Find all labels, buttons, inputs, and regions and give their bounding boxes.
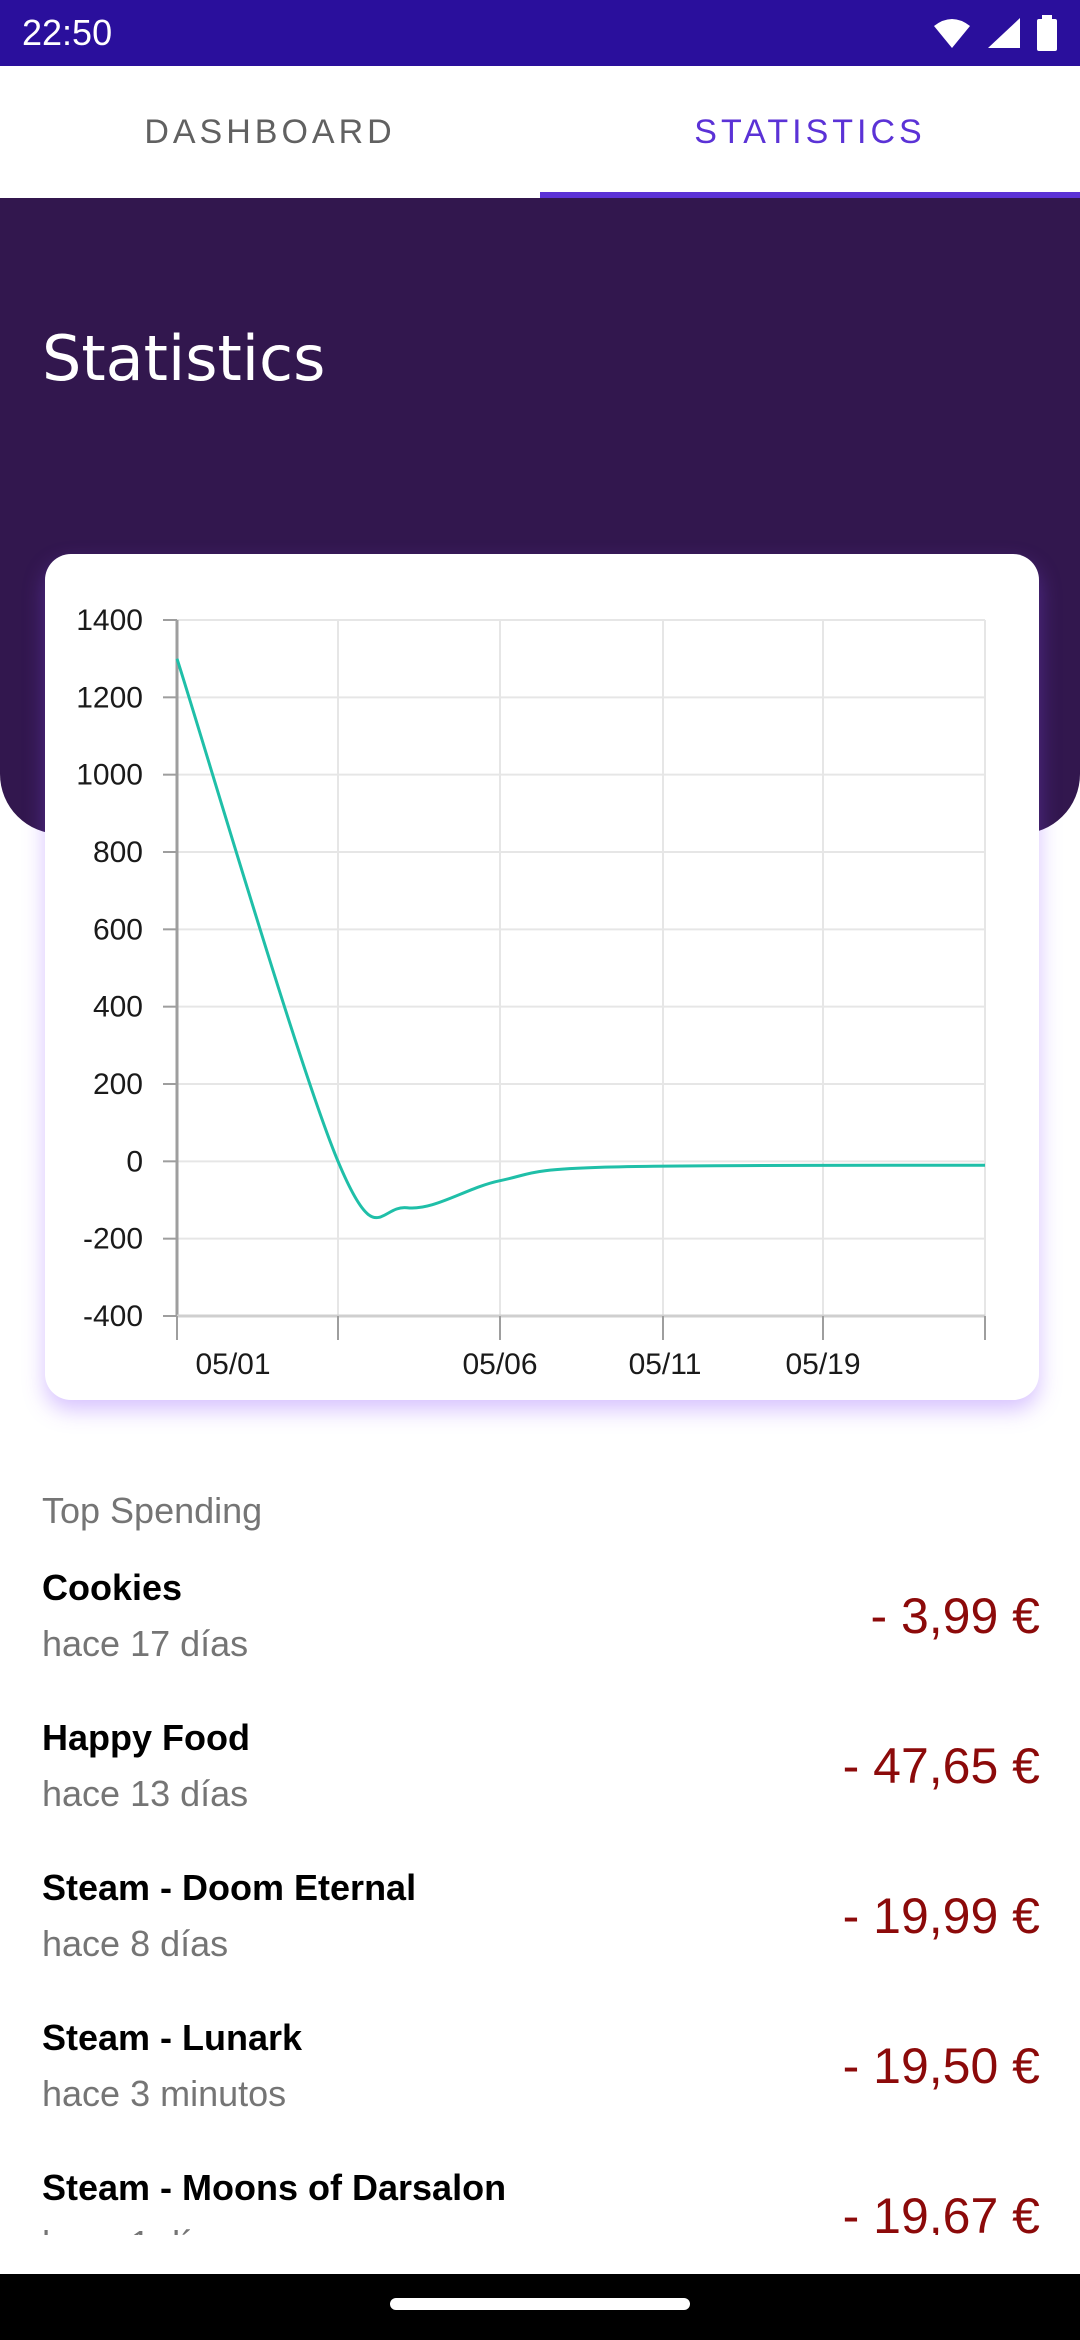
signal-icon [988, 18, 1020, 48]
item-time: hace 3 minutos [42, 2073, 287, 2114]
statistics-line-chart: 1400 1200 1000 800 600 400 200 0 -200 -400 05/01 05… [76, 604, 986, 1381]
series-line [175, 658, 986, 1220]
y-tick-label: -400 [83, 1300, 143, 1333]
y-tick-label: 800 [93, 836, 143, 869]
item-time: hace 1 día [42, 2223, 210, 2235]
item-name: Steam - Doom Eternal [42, 1867, 417, 1908]
tab-dashboard[interactable]: DASHBOARD [0, 66, 540, 198]
status-icons [932, 15, 1058, 51]
chart-card: 1400 1200 1000 800 600 400 200 0 -200 -400 05/01 05… [45, 554, 1039, 1400]
list-item[interactable]: Happy Food hace 13 días - 47,65 € [0, 1705, 1080, 1855]
item-name: Happy Food [42, 1717, 250, 1758]
item-amount: - 19,67 € [842, 2188, 1040, 2235]
list-item[interactable]: Steam - Lunark hace 3 minutos - 19,50 € [0, 2005, 1080, 2155]
item-amount: - 3,99 € [870, 1588, 1040, 1644]
wifi-icon [934, 19, 970, 48]
item-time: hace 13 días [42, 1773, 249, 1814]
item-time: hace 8 días [42, 1923, 229, 1964]
tab-bar: DASHBOARD STATISTICS [0, 66, 1080, 198]
item-amount: - 19,50 € [842, 2038, 1040, 2094]
top-spending-label: Top Spending [42, 1490, 263, 1531]
y-tick-label: 1400 [76, 604, 143, 637]
page-title: Statistics [42, 322, 326, 395]
y-tick-label: -200 [83, 1223, 143, 1256]
spending-list: Cookies hace 17 días - 3,99 € Happy Food… [0, 1555, 1080, 2235]
status-time: 22:50 [22, 12, 113, 53]
status-bar: 22:50 [0, 0, 1080, 66]
system-nav-bar [0, 2274, 1080, 2340]
x-tick-label: 05/06 [462, 1348, 537, 1381]
y-tick-label: 0 [126, 1145, 143, 1178]
y-tick-label: 200 [93, 1068, 143, 1101]
y-tick-label: 600 [93, 913, 143, 946]
y-tick-label: 1000 [76, 759, 143, 792]
item-name: Steam - Lunark [42, 2017, 303, 2058]
item-amount: - 47,65 € [842, 1738, 1040, 1794]
y-tick-label: 1200 [76, 681, 143, 714]
home-handle[interactable] [390, 2298, 690, 2310]
tab-statistics[interactable]: STATISTICS [540, 66, 1080, 198]
battery-icon [1037, 15, 1057, 51]
item-name: Steam - Moons of Darsalon [42, 2167, 507, 2208]
item-time: hace 17 días [42, 1623, 249, 1664]
x-tick-label: 05/19 [785, 1348, 860, 1381]
x-tick-label: 05/01 [195, 1348, 270, 1381]
x-tick-label: 05/11 [629, 1348, 702, 1381]
item-name: Cookies [42, 1567, 183, 1608]
list-item[interactable]: Steam - Moons of Darsalon hace 1 día - 1… [0, 2155, 1080, 2235]
item-amount: - 19,99 € [842, 1888, 1040, 1944]
list-item[interactable]: Cookies hace 17 días - 3,99 € [0, 1555, 1080, 1705]
y-tick-label: 400 [93, 991, 143, 1024]
list-item[interactable]: Steam - Doom Eternal hace 8 días - 19,99… [0, 1855, 1080, 2005]
